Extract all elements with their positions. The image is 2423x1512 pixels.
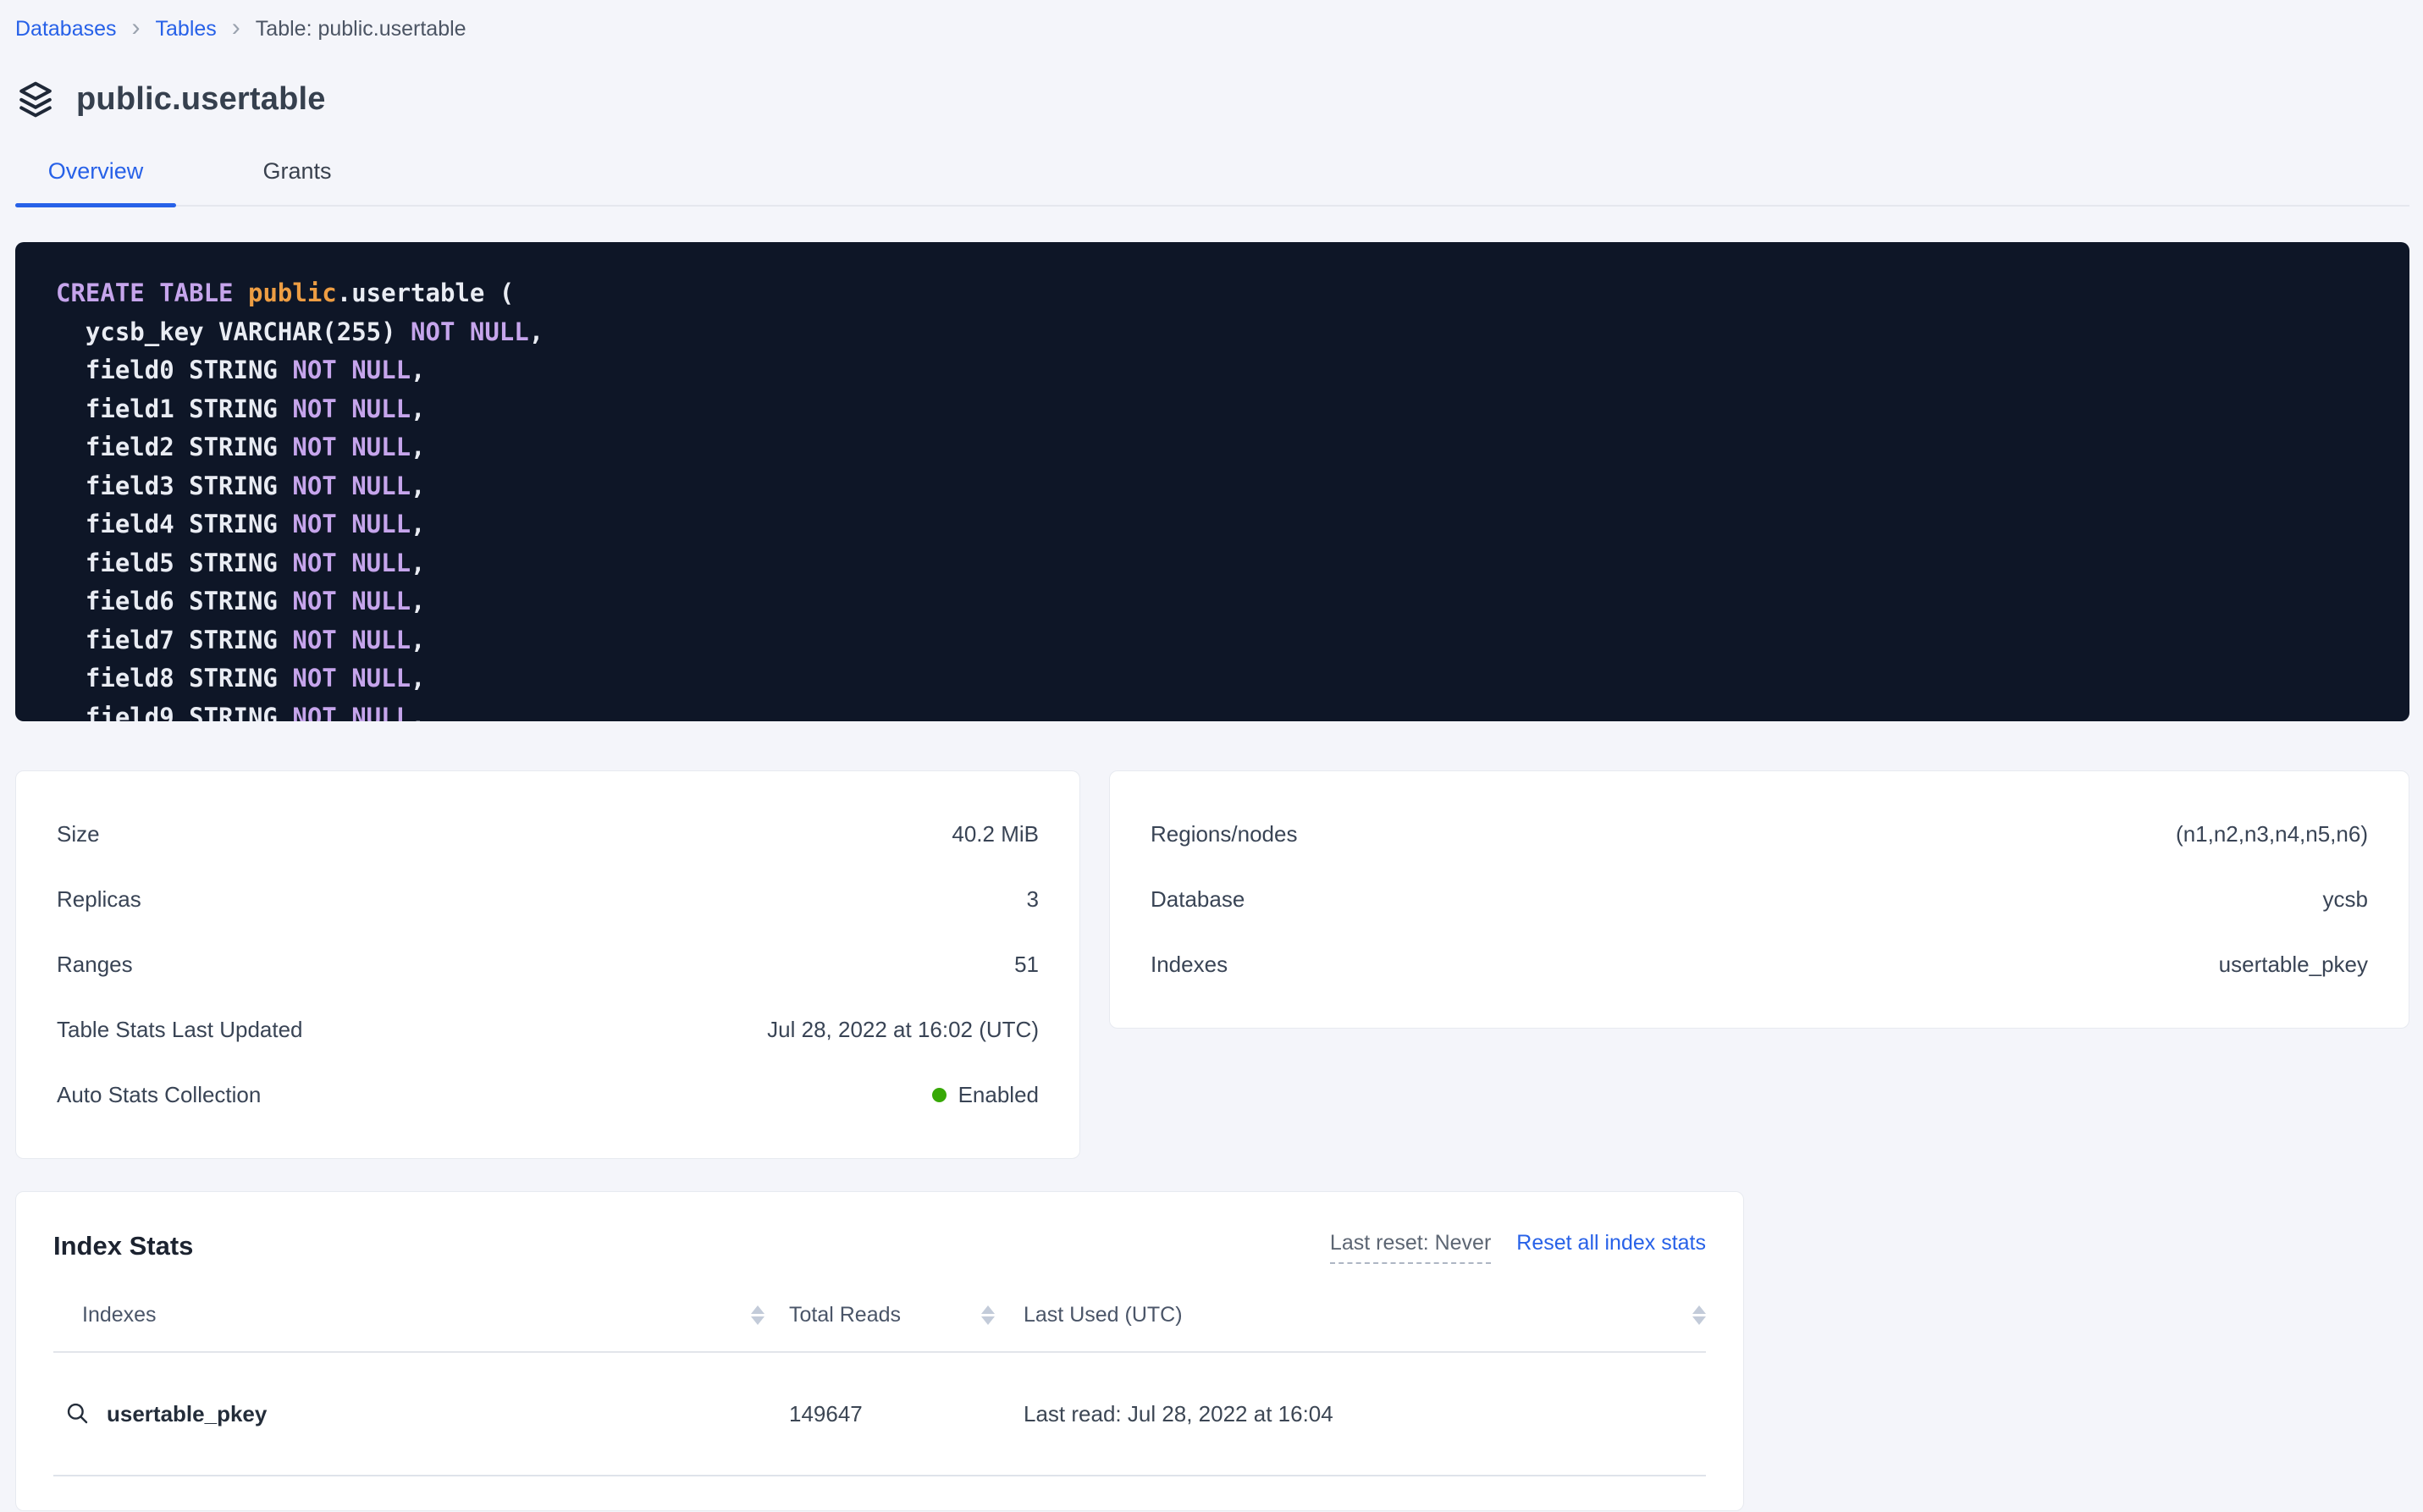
breadcrumb-current: Table: public.usertable	[256, 17, 466, 41]
detail-value: 3	[1027, 886, 1039, 913]
index-stats-table-header: Indexes Total Reads Last Used (UTC)	[53, 1303, 1706, 1353]
sql-line: field0 STRING NOT NULL,	[56, 351, 2376, 390]
sql-code: CREATE TABLE public.usertable ( ycsb_key…	[56, 274, 2376, 721]
detail-value-text: Jul 28, 2022 at 16:02 (UTC)	[767, 1017, 1039, 1043]
detail-label: Size	[57, 821, 100, 847]
detail-label: Indexes	[1151, 952, 1228, 978]
index-stats-actions: Last reset: Never Reset all index stats	[1330, 1231, 1706, 1264]
detail-label: Auto Stats Collection	[57, 1082, 261, 1108]
detail-value-text: 3	[1027, 886, 1039, 913]
sql-line: field4 STRING NOT NULL,	[56, 505, 2376, 544]
detail-value-text: (n1,n2,n3,n4,n5,n6)	[2176, 821, 2368, 847]
detail-row: Replicas 3	[57, 867, 1039, 932]
tab-bar: Overview Grants	[15, 158, 2409, 207]
index-stats-header: Index Stats Last reset: Never Reset all …	[53, 1231, 1706, 1264]
sql-line: CREATE TABLE public.usertable (	[56, 274, 2376, 313]
column-label-last-used: Last Used (UTC)	[1024, 1303, 1183, 1327]
status-dot-green	[932, 1088, 947, 1102]
last-reset-label: Last reset: Never	[1330, 1231, 1491, 1264]
index-stats-card: Index Stats Last reset: Never Reset all …	[15, 1191, 1744, 1511]
breadcrumb-link-tables[interactable]: Tables	[156, 17, 217, 41]
detail-row: Auto Stats Collection Enabled	[57, 1062, 1039, 1128]
tab-overview[interactable]: Overview	[15, 158, 176, 205]
index-stats-row: usertable_pkey 149647Last read: Jul 28, 2…	[53, 1353, 1706, 1476]
sql-line: field9 STRING NOT NULL,	[56, 698, 2376, 722]
sql-line: field6 STRING NOT NULL,	[56, 582, 2376, 621]
search-icon	[64, 1400, 91, 1427]
chevron-right-icon: ›	[232, 17, 240, 38]
detail-value: Jul 28, 2022 at 16:02 (UTC)	[767, 1017, 1039, 1043]
page-title: public.usertable	[76, 81, 326, 118]
chevron-right-icon: ›	[132, 17, 141, 38]
detail-label: Replicas	[57, 886, 141, 913]
column-header-indexes[interactable]: Indexes	[53, 1303, 764, 1327]
column-header-last-used[interactable]: Last Used (UTC)	[995, 1303, 1706, 1327]
sort-arrows-icon[interactable]	[981, 1305, 995, 1325]
column-header-total-reads[interactable]: Total Reads	[764, 1303, 995, 1327]
detail-value-text: 40.2 MiB	[952, 821, 1039, 847]
detail-value: usertable_pkey	[2219, 952, 2368, 978]
detail-value: ycsb	[2323, 886, 2368, 913]
sql-line: field3 STRING NOT NULL,	[56, 467, 2376, 506]
sql-line: field7 STRING NOT NULL,	[56, 621, 2376, 660]
detail-value: Enabled	[932, 1082, 1039, 1108]
detail-row: Regions/nodes (n1,n2,n3,n4,n5,n6)	[1151, 802, 2368, 867]
detail-row: Table Stats Last Updated Jul 28, 2022 at …	[57, 997, 1039, 1062]
detail-value: (n1,n2,n3,n4,n5,n6)	[2176, 821, 2368, 847]
detail-value-text: 51	[1014, 952, 1039, 978]
create-table-statement: CREATE TABLE public.usertable ( ycsb_key…	[15, 242, 2409, 721]
table-details-cards: Size 40.2 MiB Replicas 3 Ranges 51 Table Stats…	[15, 770, 2409, 1159]
layers-icon	[15, 79, 56, 119]
detail-label: Table Stats Last Updated	[57, 1017, 303, 1043]
detail-row: Database ycsb	[1151, 867, 2368, 932]
last-used-cell: Last read: Jul 28, 2022 at 16:04	[995, 1401, 1706, 1427]
sort-arrows-icon[interactable]	[1692, 1305, 1706, 1325]
sql-line: field2 STRING NOT NULL,	[56, 428, 2376, 467]
detail-label: Regions/nodes	[1151, 821, 1297, 847]
index-name-cell: usertable_pkey	[53, 1400, 764, 1427]
detail-value-text: usertable_pkey	[2219, 952, 2368, 978]
detail-value-text: Enabled	[958, 1082, 1039, 1108]
sql-line: ycsb_key VARCHAR(255) NOT NULL,	[56, 313, 2376, 352]
index-stats-table-body: usertable_pkey 149647Last read: Jul 28, 2…	[53, 1353, 1706, 1476]
page-title-row: public.usertable	[15, 79, 2409, 119]
index-name-link[interactable]: usertable_pkey	[107, 1401, 267, 1427]
sql-line: field1 STRING NOT NULL,	[56, 390, 2376, 429]
reset-index-stats-link[interactable]: Reset all index stats	[1516, 1231, 1706, 1255]
index-stats-table: Indexes Total Reads Last Used (UTC) user…	[53, 1303, 1706, 1476]
sort-arrows-icon[interactable]	[751, 1305, 764, 1325]
breadcrumb: Databases › Tables › Table: public.usert…	[15, 14, 2409, 41]
tab-grants[interactable]: Grants	[217, 158, 378, 205]
detail-label: Ranges	[57, 952, 133, 978]
detail-value: 40.2 MiB	[952, 821, 1039, 847]
detail-row: Indexes usertable_pkey	[1151, 932, 2368, 997]
sql-line: field8 STRING NOT NULL,	[56, 659, 2376, 698]
detail-label: Database	[1151, 886, 1245, 913]
detail-row: Size 40.2 MiB	[57, 802, 1039, 867]
sql-line: field5 STRING NOT NULL,	[56, 544, 2376, 583]
table-config-card: Regions/nodes (n1,n2,n3,n4,n5,n6) Database…	[1109, 770, 2409, 1029]
table-stats-card: Size 40.2 MiB Replicas 3 Ranges 51 Table Stats…	[15, 770, 1080, 1159]
detail-value: 51	[1014, 952, 1039, 978]
detail-row: Ranges 51	[57, 932, 1039, 997]
total-reads-cell: 149647	[764, 1401, 995, 1427]
column-label-total-reads: Total Reads	[789, 1303, 901, 1327]
index-stats-title: Index Stats	[53, 1231, 193, 1261]
column-label-indexes: Indexes	[82, 1303, 157, 1327]
table-details-page: Databases › Tables › Table: public.usert…	[0, 0, 2423, 1511]
breadcrumb-link-databases[interactable]: Databases	[15, 17, 117, 41]
detail-value-text: ycsb	[2323, 886, 2368, 913]
